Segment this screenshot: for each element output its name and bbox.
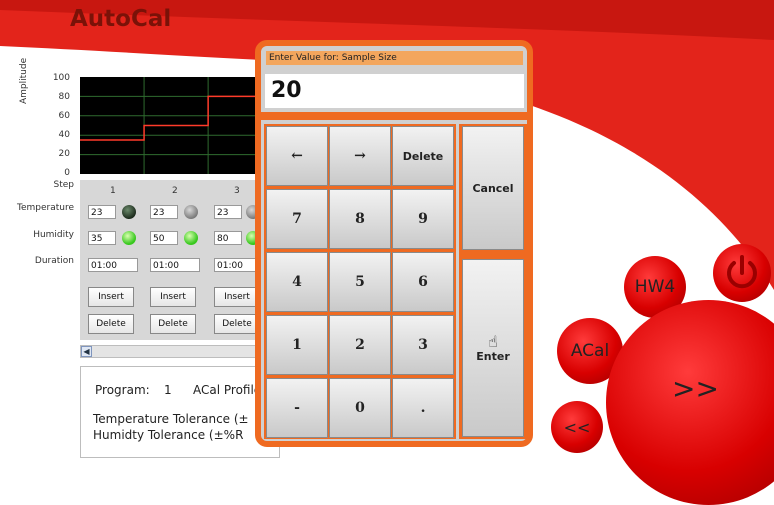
program-value: 1	[164, 383, 172, 397]
insert-step-button[interactable]: Insert	[88, 287, 134, 307]
cancel-button[interactable]: Cancel	[462, 126, 524, 250]
key-6[interactable]: 6	[392, 252, 454, 312]
y-axis-label: Amplitude	[19, 57, 29, 104]
enter-button-label: Enter	[476, 349, 510, 363]
key-decimal[interactable]: .	[392, 378, 454, 438]
keypad-value-display[interactable]: 20	[265, 74, 524, 108]
key-0[interactable]: 0	[329, 378, 391, 438]
delete-key[interactable]: Delete	[392, 126, 454, 186]
keypad-title: Enter Value for: Sample Size	[266, 51, 523, 65]
key-8[interactable]: 8	[329, 189, 391, 249]
key-4[interactable]: 4	[266, 252, 328, 312]
key-3[interactable]: 3	[392, 315, 454, 375]
series-line	[80, 95, 273, 141]
y-tick: 100	[52, 73, 70, 83]
temperature-led	[122, 205, 136, 219]
right-arrow-key[interactable]: →	[329, 126, 391, 186]
key-minus[interactable]: -	[266, 378, 328, 438]
step-number: 1	[110, 186, 116, 196]
delete-step-button[interactable]: Delete	[88, 314, 134, 334]
insert-step-button[interactable]: Insert	[150, 287, 196, 307]
temperature-led	[184, 205, 198, 219]
delete-step-button[interactable]: Delete	[214, 314, 260, 334]
horizontal-scrollbar[interactable]	[80, 345, 280, 358]
key-1[interactable]: 1	[266, 315, 328, 375]
humidity-led	[184, 231, 198, 245]
step-number: 3	[234, 186, 240, 196]
keypad-grid: ← → Delete 7 8 9 4 5 6 1 2 3 - 0 .	[264, 124, 456, 439]
key-5[interactable]: 5	[329, 252, 391, 312]
duration-field[interactable]: 01:00	[88, 258, 138, 272]
row-label-humidity: Humidity	[33, 230, 74, 240]
key-9[interactable]: 9	[392, 189, 454, 249]
duration-field[interactable]: 01:00	[150, 258, 200, 272]
temperature-tolerance-text: Temperature Tolerance (±	[93, 412, 249, 426]
row-label-duration: Duration	[34, 256, 74, 266]
step-number: 2	[172, 186, 178, 196]
humidity-tolerance-text: Humidty Tolerance (±%R	[93, 428, 244, 442]
key-2[interactable]: 2	[329, 315, 391, 375]
delete-step-button[interactable]: Delete	[150, 314, 196, 334]
power-icon	[727, 255, 757, 289]
y-tick: 80	[58, 92, 70, 102]
left-arrow-key[interactable]: ←	[266, 126, 328, 186]
temperature-field[interactable]: 23	[88, 205, 116, 219]
keypad-side-column: Cancel ☝ Enter	[459, 124, 527, 439]
enter-button[interactable]: ☝ Enter	[462, 259, 524, 437]
app-title: AutoCal	[70, 6, 172, 32]
y-tick: 60	[58, 111, 70, 121]
hand-cursor-icon: ☝	[488, 331, 498, 351]
profile-text: ACal Profile	[193, 383, 262, 397]
row-label-step: Step	[53, 180, 75, 190]
key-7[interactable]: 7	[266, 189, 328, 249]
back-button[interactable]: <<	[551, 401, 603, 453]
y-tick: 40	[58, 130, 70, 140]
humidity-field[interactable]: 80	[214, 231, 242, 245]
humidity-field[interactable]: 50	[150, 231, 178, 245]
temperature-field[interactable]: 23	[214, 205, 242, 219]
temperature-field[interactable]: 23	[150, 205, 178, 219]
humidity-field[interactable]: 35	[88, 231, 116, 245]
y-tick: 0	[64, 168, 70, 178]
insert-step-button[interactable]: Insert	[214, 287, 260, 307]
program-label: Program:	[95, 383, 150, 397]
scroll-left-arrow-icon[interactable]: ◀	[81, 346, 92, 357]
keypad-separator	[261, 112, 529, 120]
y-tick: 20	[58, 149, 70, 159]
power-button[interactable]	[713, 244, 771, 302]
humidity-led	[122, 231, 136, 245]
row-label-temperature: Temperature	[16, 203, 74, 213]
